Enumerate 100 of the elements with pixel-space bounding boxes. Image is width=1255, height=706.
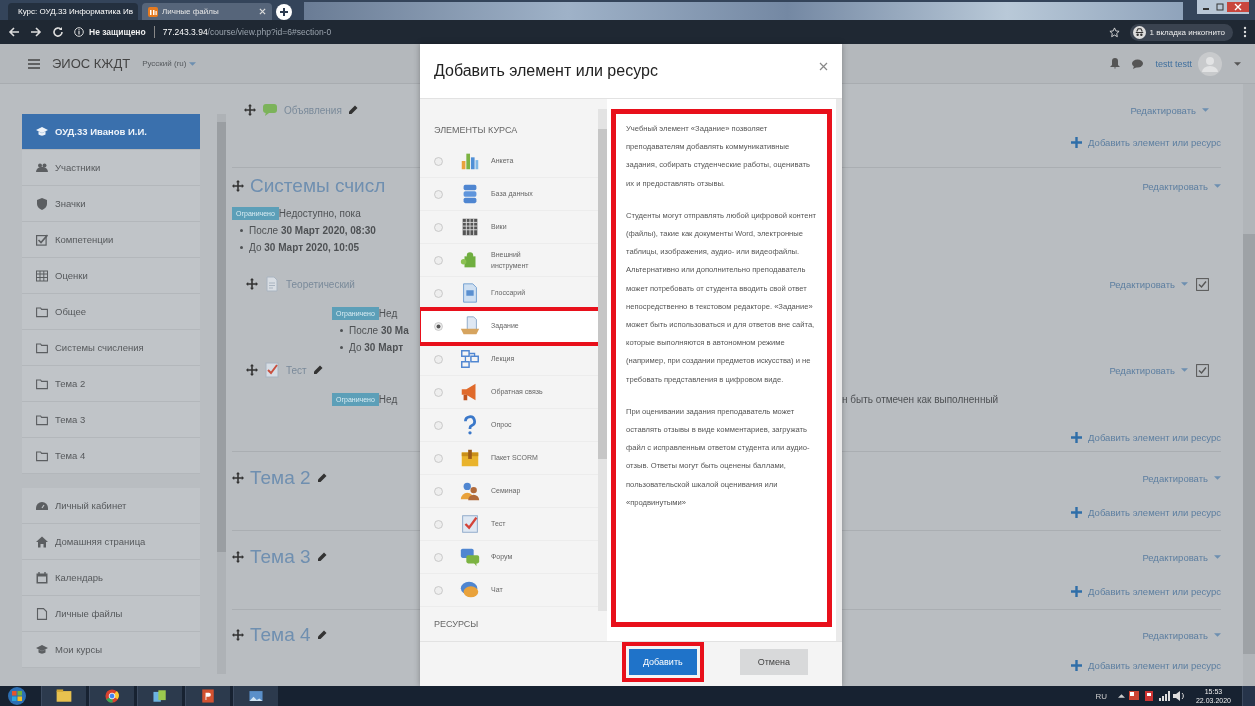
add-button[interactable]: Добавить: [628, 649, 697, 675]
move-icon[interactable]: [246, 278, 258, 290]
pencil-icon[interactable]: [316, 630, 327, 640]
move-icon[interactable]: [232, 472, 244, 484]
sidebar-item[interactable]: Тема 3: [22, 402, 200, 438]
folder-icon: [36, 413, 48, 426]
radio-button[interactable]: [434, 486, 443, 496]
edit-menu[interactable]: Редактировать: [1142, 629, 1221, 641]
start-button[interactable]: [6, 686, 28, 706]
sidebar-item[interactable]: Участники: [22, 150, 200, 186]
completion-checkbox[interactable]: [1196, 363, 1209, 377]
caret-icon: [1214, 633, 1221, 637]
radio-button[interactable]: [434, 354, 443, 364]
sidebar-item[interactable]: Тема 2: [22, 366, 200, 402]
radio-button[interactable]: [434, 552, 443, 562]
taskbar-button[interactable]: [233, 686, 278, 706]
move-icon[interactable]: [244, 104, 256, 116]
radio-button[interactable]: [434, 585, 443, 595]
incognito-indicator[interactable]: 1 вкладка инкогнито: [1129, 23, 1233, 41]
package-icon: [459, 447, 481, 469]
sidebar-item[interactable]: Домашняя страница: [22, 524, 200, 560]
edit-menu[interactable]: Редактировать: [1142, 551, 1221, 563]
caret-icon[interactable]: [1234, 61, 1241, 66]
menu-icon[interactable]: [1243, 26, 1247, 38]
sidebar-item[interactable]: Мои курсы: [22, 632, 200, 668]
browser-tab[interactable]: Курс: ОУД.33 Информатика Ив: [8, 3, 138, 20]
plus-icon: [1071, 136, 1083, 148]
edit-menu[interactable]: Редактировать: [1142, 180, 1221, 192]
move-icon[interactable]: [232, 180, 244, 192]
sidebar-item[interactable]: ОУД.33 Иванов И.И.: [22, 114, 200, 150]
taskbar-button[interactable]: [185, 686, 230, 706]
language-menu[interactable]: Русский (ru): [142, 59, 197, 68]
radio-button[interactable]: [434, 519, 443, 529]
edit-menu[interactable]: Редактировать: [1109, 364, 1188, 376]
scrollbar[interactable]: [836, 99, 842, 641]
radio-button[interactable]: [434, 453, 443, 463]
radio-button[interactable]: [434, 420, 443, 430]
add-activity-link[interactable]: Добавить элемент или ресурс: [1071, 585, 1221, 597]
radio-button[interactable]: [434, 222, 443, 232]
chat-icon[interactable]: [1132, 58, 1144, 69]
language-indicator[interactable]: RU: [1095, 691, 1107, 701]
add-activity-link[interactable]: Добавить элемент или ресурс: [1071, 431, 1221, 443]
site-name[interactable]: ЭИОС КЖДТ: [52, 56, 131, 71]
add-activity-link[interactable]: Добавить элемент или ресурс: [1071, 659, 1221, 671]
edit-menu[interactable]: Редактировать: [1130, 104, 1209, 116]
group-heading: ЭЛЕМЕНТЫ КУРСА: [433, 124, 519, 137]
speaker-icon[interactable]: [1172, 691, 1185, 701]
sidebar-item[interactable]: Компетенции: [22, 222, 200, 258]
add-activity-link[interactable]: Добавить элемент или ресурс: [1071, 506, 1221, 518]
maximize-icon[interactable]: [1213, 2, 1227, 12]
user-name[interactable]: testt testt: [1155, 58, 1192, 69]
browser-tab[interactable]: Личные файлы: [142, 3, 272, 20]
forward-icon[interactable]: [30, 26, 42, 38]
star-icon[interactable]: [1108, 26, 1120, 38]
taskbar-button[interactable]: [137, 686, 182, 706]
pencil-icon[interactable]: [316, 552, 327, 562]
cancel-button[interactable]: Отмена: [739, 649, 808, 675]
move-icon[interactable]: [232, 551, 244, 563]
close-icon[interactable]: [819, 62, 828, 71]
window-controls[interactable]: [1197, 0, 1249, 14]
sidebar-item[interactable]: Системы счисления: [22, 330, 200, 366]
tray-app-icon[interactable]: [1142, 690, 1155, 702]
flag-icon[interactable]: [1127, 690, 1140, 702]
radio-button[interactable]: [434, 189, 443, 199]
back-icon[interactable]: [8, 26, 20, 38]
scrollbar[interactable]: [1243, 84, 1255, 686]
radio-button[interactable]: [434, 387, 443, 397]
restriction-text: Нед: [378, 307, 398, 319]
sidebar-item[interactable]: Общее: [22, 294, 200, 330]
move-icon[interactable]: [232, 629, 244, 641]
edit-menu[interactable]: Редактировать: [1142, 472, 1221, 484]
edit-menu[interactable]: Редактировать: [1109, 278, 1188, 290]
signal-icon[interactable]: [1157, 691, 1170, 701]
sidebar-item[interactable]: Личный кабинет: [22, 488, 200, 524]
radio-button[interactable]: [434, 156, 443, 166]
address-field[interactable]: Не защищено 77.243.3.94/course/view.php?id=6#section-0: [74, 26, 1099, 38]
users-icon: [36, 161, 48, 174]
radio-button[interactable]: [434, 288, 443, 298]
move-icon[interactable]: [246, 364, 258, 376]
sidebar-item[interactable]: Значки: [22, 186, 200, 222]
new-tab-icon[interactable]: [276, 4, 292, 20]
pencil-icon[interactable]: [316, 473, 327, 483]
close-icon[interactable]: [1227, 2, 1249, 12]
bell-icon[interactable]: [1110, 58, 1121, 69]
reload-icon[interactable]: [52, 26, 64, 38]
scrollbar[interactable]: [217, 114, 226, 674]
tray-expand-icon[interactable]: [1117, 694, 1125, 698]
taskbar-button[interactable]: [41, 686, 86, 706]
pencil-icon[interactable]: [347, 105, 358, 115]
radio-button[interactable]: [434, 255, 443, 265]
sidebar-item[interactable]: Личные файлы: [22, 596, 200, 632]
sidebar-item[interactable]: Тема 4: [22, 438, 200, 474]
radio-button[interactable]: [434, 321, 443, 331]
add-activity-link[interactable]: Добавить элемент или ресурс: [1071, 136, 1221, 148]
pencil-icon[interactable]: [312, 365, 323, 375]
sidebar-item[interactable]: Оценки: [22, 258, 200, 294]
sidebar-item[interactable]: Календарь: [22, 560, 200, 596]
scrollbar[interactable]: [598, 109, 607, 611]
completion-checkbox[interactable]: [1196, 277, 1209, 291]
taskbar-button[interactable]: [89, 686, 134, 706]
